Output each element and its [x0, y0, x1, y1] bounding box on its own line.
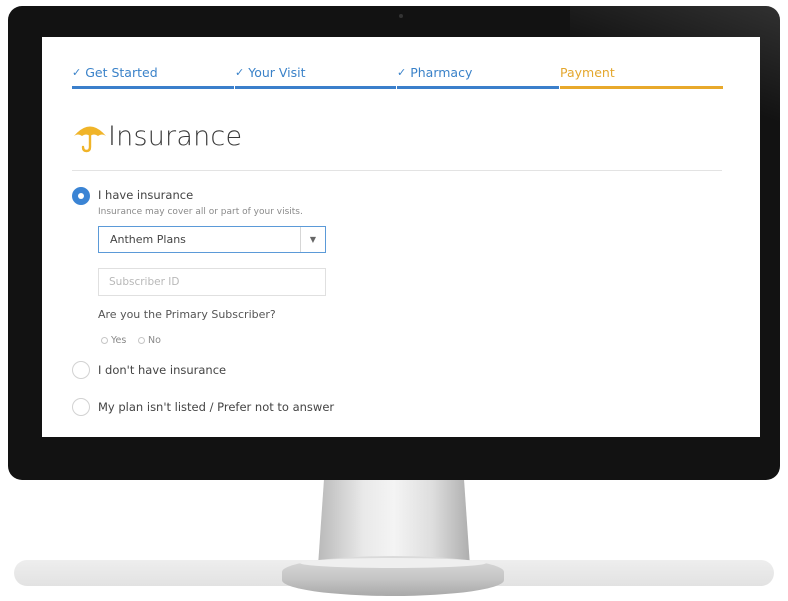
page-heading: Insurance — [72, 119, 242, 153]
step-get-started-label: Get Started — [85, 65, 158, 80]
monitor-stand-neck — [318, 478, 470, 566]
step-label: ✓ Pharmacy — [397, 65, 559, 80]
radio-no-insurance[interactable] — [72, 361, 90, 379]
primary-yes-label: Yes — [111, 335, 127, 346]
radio-have-insurance[interactable] — [72, 187, 90, 205]
divider — [72, 170, 722, 171]
primary-subscriber-question: Are you the Primary Subscriber? — [98, 308, 276, 321]
step-pharmacy[interactable]: ✓ Pharmacy — [397, 65, 559, 89]
umbrella-icon — [74, 126, 106, 153]
step-progress-bar — [235, 86, 396, 89]
radio-plan-not-listed[interactable] — [72, 398, 90, 416]
step-pharmacy-label: Pharmacy — [410, 65, 473, 80]
radio-dot — [138, 337, 145, 344]
step-progress-bar — [72, 86, 234, 89]
step-get-started[interactable]: ✓ Get Started — [72, 65, 234, 89]
subscriber-id-input[interactable] — [98, 268, 326, 296]
step-progress-bar — [397, 86, 559, 89]
monitor-stand-base-top — [300, 558, 486, 568]
insurance-plan-select[interactable]: Anthem Plans ▼ — [98, 226, 326, 253]
page-title: Insurance — [108, 120, 243, 152]
step-label: ✓ Your Visit — [235, 65, 396, 80]
checkmark-icon: ✓ — [235, 66, 245, 79]
step-your-visit[interactable]: ✓ Your Visit — [235, 65, 396, 89]
step-label: ✓ Get Started — [72, 65, 234, 80]
have-insurance-hint: Insurance may cover all or part of your … — [98, 207, 303, 217]
app-screen: ✓ Get Started ✓ Your Visit ✓ Pharmacy Pa… — [42, 37, 760, 437]
step-label: Payment — [560, 65, 723, 80]
plan-not-listed-label: My plan isn't listed / Prefer not to ans… — [98, 400, 335, 414]
step-payment[interactable]: Payment — [560, 65, 723, 89]
step-progress-bar — [560, 86, 723, 89]
checkmark-icon: ✓ — [397, 66, 407, 79]
radio-dot — [101, 337, 108, 344]
primary-no-radio[interactable]: No — [138, 335, 161, 346]
chevron-down-icon[interactable]: ▼ — [300, 227, 325, 252]
checkmark-icon: ✓ — [72, 66, 82, 79]
progress-steps: ✓ Get Started ✓ Your Visit ✓ Pharmacy Pa… — [72, 65, 724, 91]
no-insurance-label: I don't have insurance — [98, 363, 227, 377]
primary-yes-radio[interactable]: Yes — [101, 335, 126, 346]
monitor-camera — [399, 14, 403, 18]
step-payment-label: Payment — [560, 65, 615, 80]
have-insurance-label: I have insurance — [98, 188, 194, 202]
step-your-visit-label: Your Visit — [248, 65, 306, 80]
primary-no-label: No — [148, 335, 161, 346]
selected-plan: Anthem Plans — [110, 233, 186, 246]
